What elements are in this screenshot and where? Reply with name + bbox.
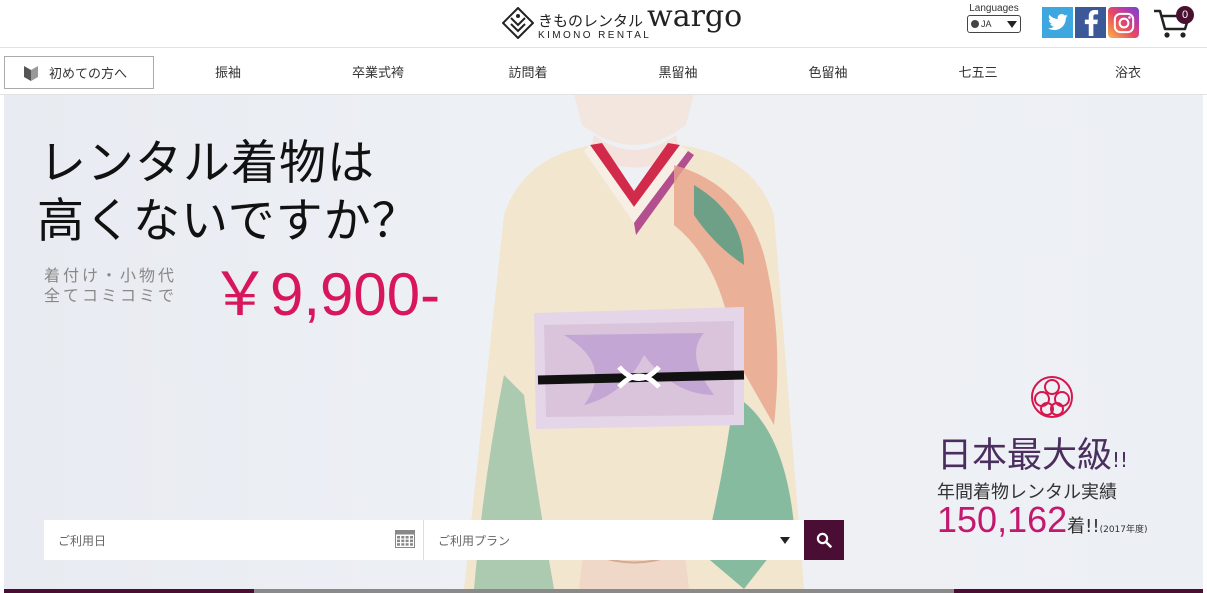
- logo-sub-text: KIMONO RENTAL: [538, 29, 652, 41]
- date-placeholder: ご利用日: [58, 533, 107, 548]
- badge-count: 150,162着!!(2017年度): [937, 499, 1148, 541]
- globe-icon: [971, 20, 979, 28]
- chevron-down-icon: [1007, 20, 1017, 28]
- nav-item-graduation-hakama[interactable]: 卒業式袴: [352, 62, 404, 81]
- nav-item-irotomesode[interactable]: 色留袖: [808, 62, 847, 81]
- logo-jp-text: きものレンタル: [538, 11, 644, 30]
- badge-count-unit: 着!!: [1067, 516, 1100, 537]
- hero-banner[interactable]: レンタル着物は 高くないですか？ 着付け・小物代 全てコミコミで ￥9,900-…: [4, 95, 1203, 589]
- badge-title-text: 日本最大級: [937, 436, 1113, 476]
- twitter-link[interactable]: [1042, 7, 1073, 38]
- language-switcher[interactable]: Languages JA: [967, 3, 1021, 33]
- beginner-mark-icon: [24, 65, 38, 81]
- nav-item-shichigosan[interactable]: 七五三: [958, 62, 997, 81]
- slider-indicator-left: [4, 589, 254, 593]
- language-select[interactable]: JA: [967, 15, 1021, 33]
- search-button[interactable]: [804, 520, 844, 560]
- headline-line-2: 高くないですか？: [37, 194, 420, 249]
- sub-copy-line-1: 着付け・小物代: [44, 266, 178, 285]
- plan-select[interactable]: ご利用プラン: [424, 520, 804, 560]
- search-icon: [816, 532, 832, 548]
- badge-count-year: (2017年度): [1099, 525, 1148, 535]
- hero-price: ￥9,900-: [210, 261, 441, 328]
- badge-title: 日本最大級!!: [937, 427, 1128, 478]
- nav-item-houmongi[interactable]: 訪問着: [508, 62, 547, 81]
- beginner-guide-label: 初めての方へ: [49, 67, 128, 82]
- instagram-icon: [1113, 12, 1134, 33]
- facebook-icon: [1084, 9, 1098, 36]
- hero-headline: レンタル着物は 高くないですか？: [37, 135, 420, 251]
- nav-item-yukata[interactable]: 浴衣: [1115, 62, 1141, 81]
- cart-count-badge: 0: [1176, 6, 1194, 24]
- logo-mark-icon: [502, 7, 534, 39]
- twitter-icon: [1047, 13, 1068, 30]
- logo-en-text: wargo: [647, 0, 743, 34]
- date-input[interactable]: ご利用日: [44, 520, 424, 560]
- headline-line-1: レンタル着物は: [39, 136, 375, 191]
- slider-indicator-middle: [254, 589, 954, 593]
- slider-indicator-right: [954, 589, 1203, 593]
- beginner-guide-button[interactable]: 初めての方へ: [4, 56, 154, 89]
- site-logo[interactable]: きものレンタル wargo KIMONO RENTAL: [502, 0, 743, 42]
- mizuhiki-knot-emblem-icon: [1031, 376, 1073, 418]
- chevron-down-icon: [780, 537, 790, 544]
- facebook-link[interactable]: [1075, 7, 1106, 38]
- kimono-model-image: [464, 95, 804, 589]
- calendar-icon[interactable]: [395, 530, 415, 548]
- sub-copy-line-2: 全てコミコミで: [44, 286, 178, 305]
- badge-title-exclaim: !!: [1112, 448, 1129, 472]
- instagram-link[interactable]: [1108, 7, 1139, 38]
- nav-item-furisode[interactable]: 振袖: [215, 62, 241, 81]
- nav-item-kurotomesode[interactable]: 黒留袖: [658, 62, 697, 81]
- plan-placeholder: ご利用プラン: [438, 533, 511, 548]
- badge-count-value: 150,162: [937, 499, 1068, 540]
- languages-label: Languages: [969, 3, 1019, 14]
- top-header: きものレンタル wargo KIMONO RENTAL Languages JA: [0, 0, 1207, 47]
- language-value: JA: [981, 19, 992, 29]
- hero-sub-copy: 着付け・小物代 全てコミコミで: [44, 266, 177, 306]
- main-nav: 初めての方へ 振袖 卒業式袴 訪問着 黒留袖 色留袖 七五三 浴衣: [0, 47, 1207, 95]
